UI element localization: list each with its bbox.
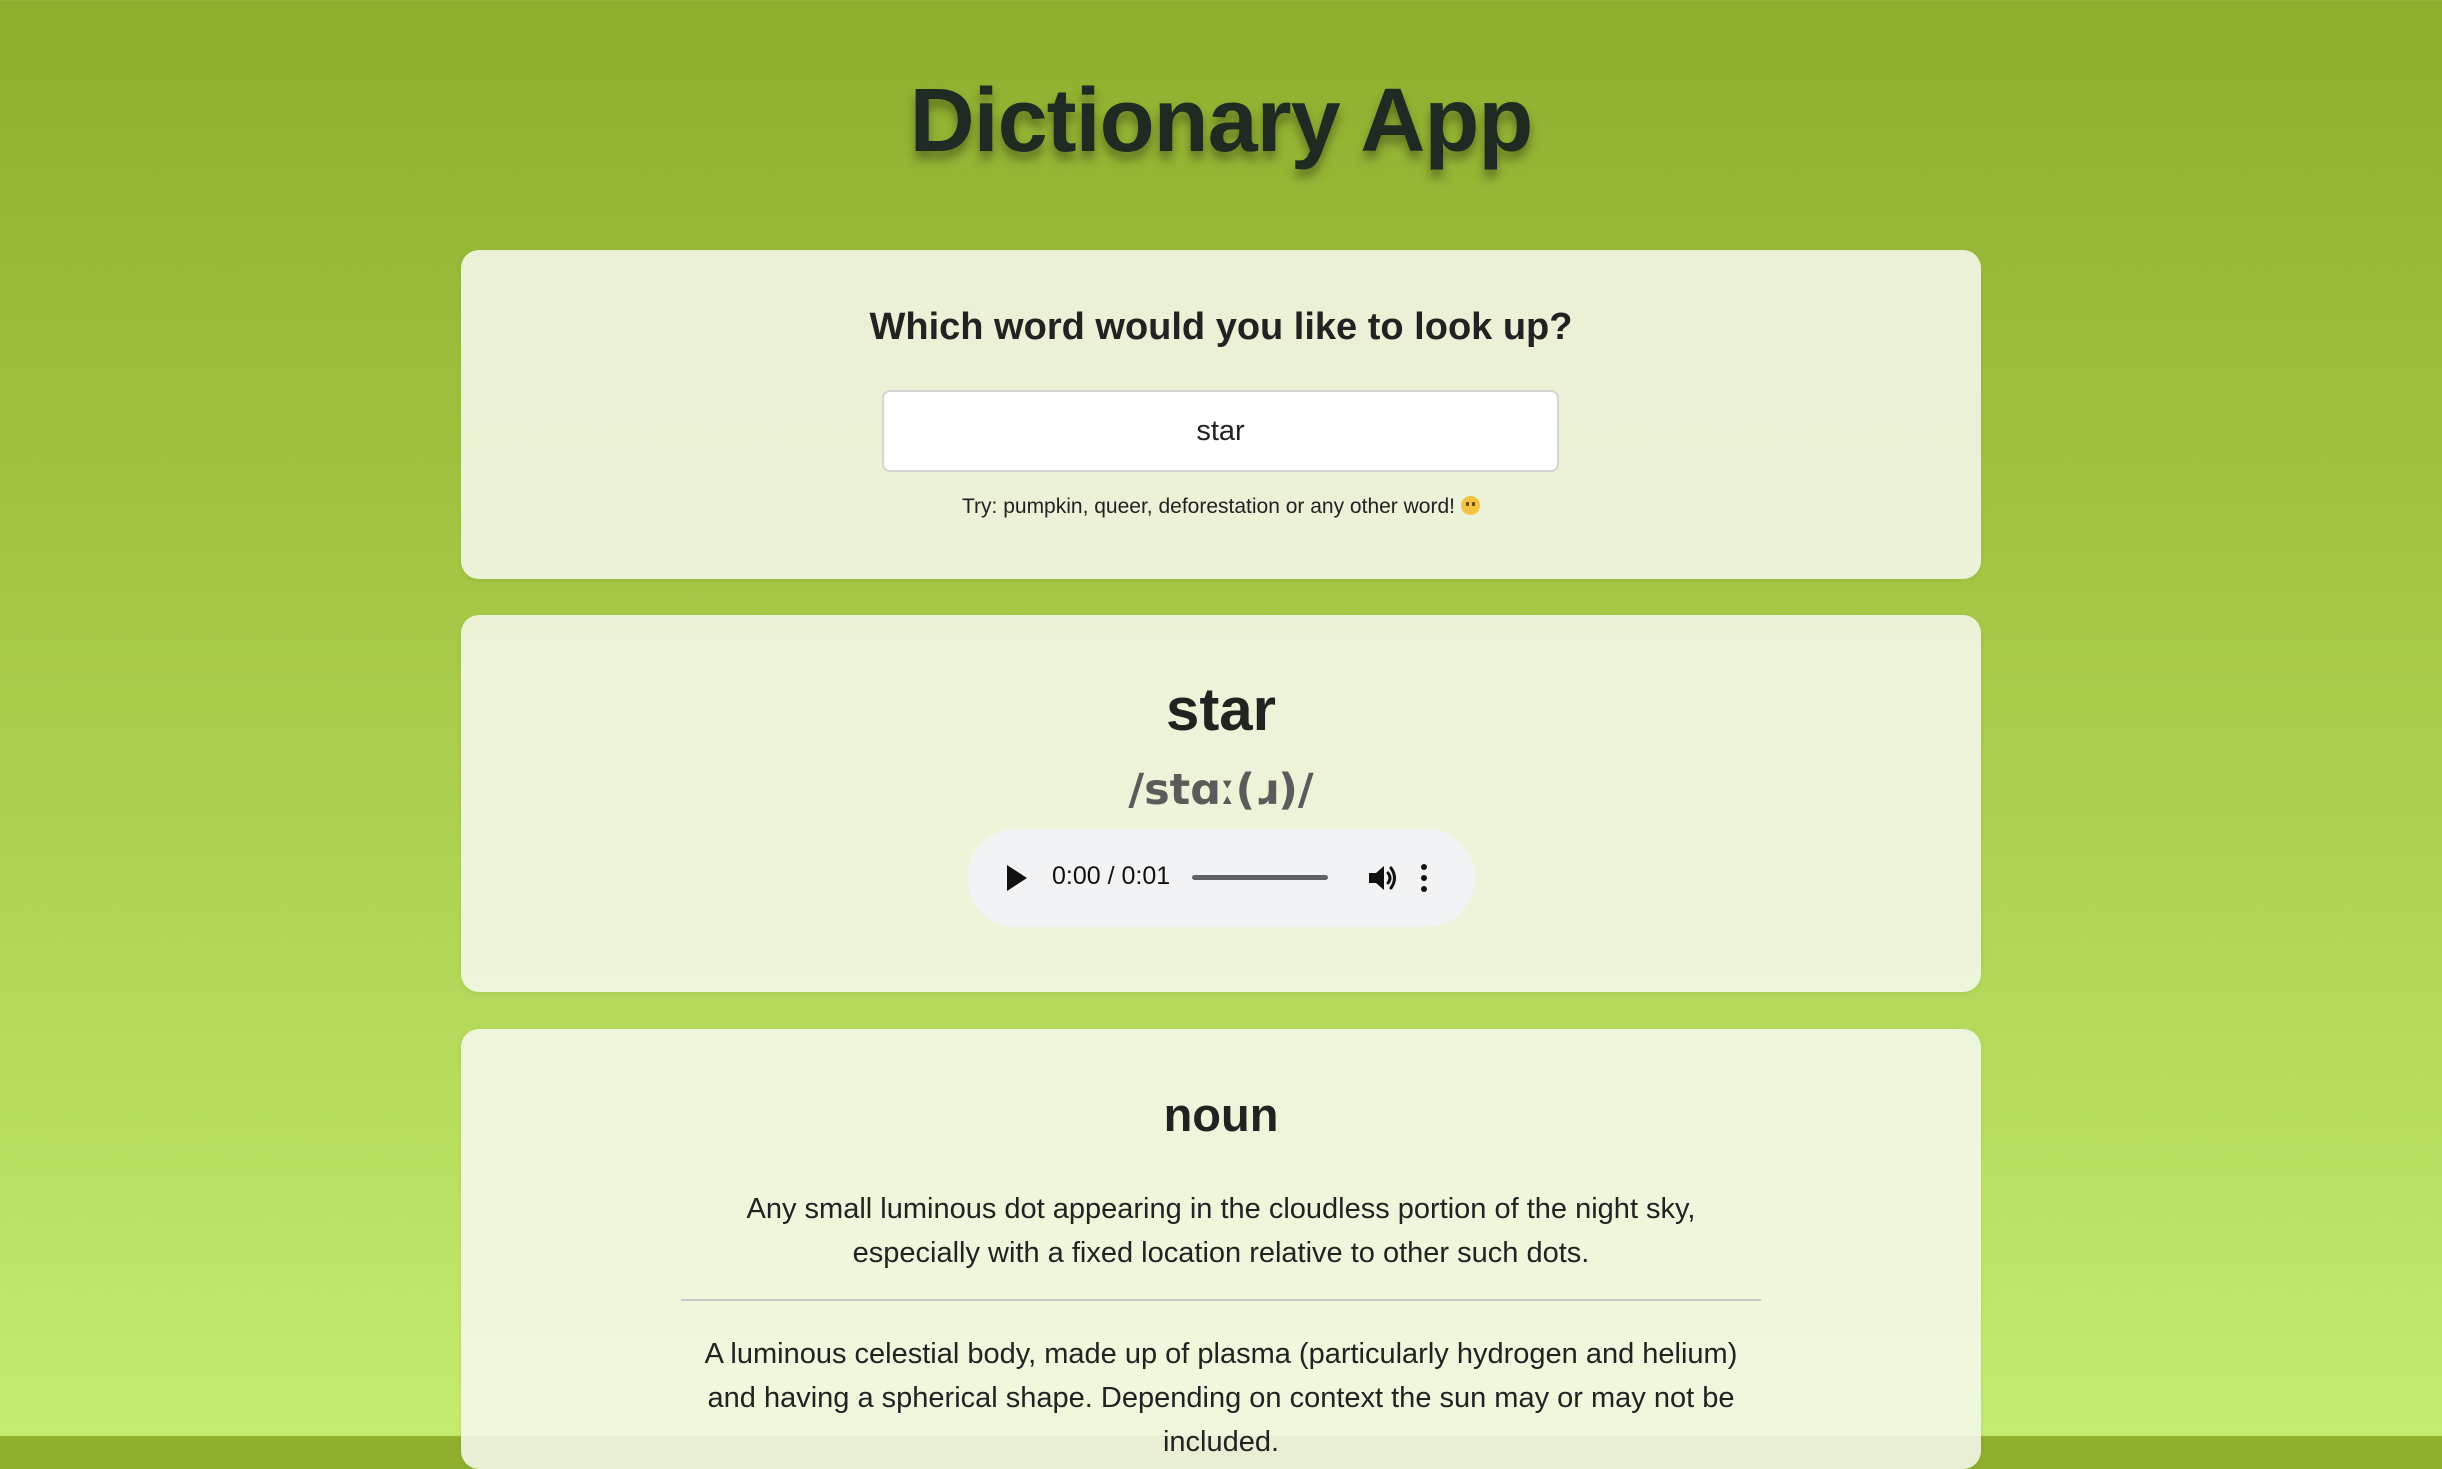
word-title: star (1165, 676, 1277, 743)
part-of-speech: noun (1163, 1088, 1279, 1141)
more-options-icon[interactable] (1418, 863, 1430, 893)
definition-item: Any small luminous dot appearing in the … (746, 1193, 1696, 1269)
search-hint-text: Try: pumpkin, queer, deforestation or an… (962, 495, 1455, 518)
search-input[interactable] (882, 390, 1559, 472)
search-card: Which word would you like to look up? Tr… (461, 250, 1981, 579)
volume-icon[interactable] (1367, 864, 1399, 892)
search-hint: Try: pumpkin, queer, deforestation or an… (461, 495, 1981, 519)
definition-item: A luminous celestial body, made up of pl… (704, 1338, 1738, 1458)
smiling-face-emoji-icon (1460, 496, 1480, 515)
meaning-card: noun Any small luminous dot appearing in… (461, 1029, 1981, 1469)
word-card: star /stɑː(ɹ)/ 0:00 / 0:01 (461, 615, 1981, 992)
audio-progress-slider[interactable] (1192, 875, 1328, 880)
audio-player[interactable]: 0:00 / 0:01 (967, 829, 1475, 927)
play-icon[interactable] (1007, 865, 1027, 891)
audio-time-display: 0:00 / 0:01 (1052, 862, 1171, 890)
divider (681, 1299, 1761, 1301)
app-title: Dictionary App (909, 71, 1534, 171)
phonetic: /stɑː(ɹ)/ (1128, 765, 1314, 815)
search-heading: Which word would you like to look up? (869, 306, 1573, 348)
